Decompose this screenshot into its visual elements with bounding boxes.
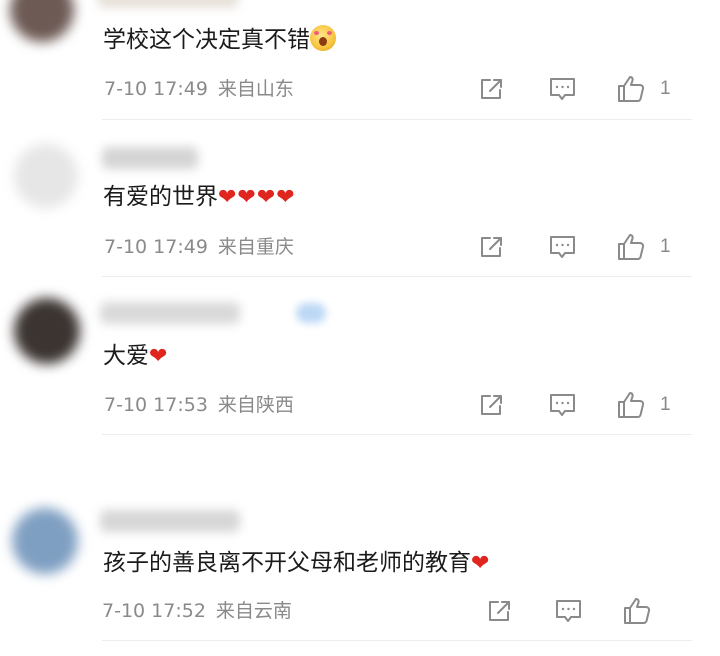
thumbs-up-icon bbox=[618, 76, 645, 102]
comment-time: 7-10 17:52 bbox=[102, 600, 206, 622]
share-button[interactable] bbox=[479, 393, 505, 417]
comment-item: 孩子的善良离不开父母和老师的教育❤ 7-10 17:52 来自云南 bbox=[0, 436, 720, 656]
avatar[interactable] bbox=[12, 508, 78, 574]
comment-time: 7-10 17:49 bbox=[104, 236, 208, 258]
like-count: 1 bbox=[660, 78, 671, 99]
comment-location: 来自云南 bbox=[215, 600, 292, 622]
comment-meta: 7-10 17:53 来自陕西 bbox=[104, 392, 294, 418]
thumbs-up-icon bbox=[618, 234, 645, 260]
divider bbox=[102, 434, 692, 435]
heart-emoji-icon: ❤ bbox=[471, 551, 491, 576]
username[interactable] bbox=[98, 0, 238, 8]
comment-icon bbox=[556, 600, 581, 622]
reply-button[interactable] bbox=[549, 393, 576, 418]
heart-emoji-icon: ❤ bbox=[149, 344, 169, 369]
reply-button[interactable] bbox=[555, 599, 582, 624]
comment-location: 来自重庆 bbox=[217, 236, 294, 258]
heart-emoji-icon: ❤❤❤❤ bbox=[218, 185, 296, 210]
comment-meta: 7-10 17:52 来自云南 bbox=[102, 598, 292, 624]
username[interactable] bbox=[100, 510, 240, 532]
like-count: 1 bbox=[660, 394, 671, 415]
comment-meta: 7-10 17:49 来自重庆 bbox=[104, 234, 294, 260]
username[interactable] bbox=[102, 147, 198, 169]
like-count: 1 bbox=[660, 236, 671, 257]
avatar[interactable] bbox=[14, 144, 78, 208]
like-button[interactable]: 1 bbox=[616, 390, 671, 420]
reply-button[interactable] bbox=[549, 235, 576, 260]
share-button[interactable] bbox=[479, 235, 505, 259]
comment-time: 7-10 17:49 bbox=[104, 78, 208, 100]
comment-text-content: 孩子的善良离不开父母和老师的教育 bbox=[103, 550, 471, 576]
comment-location: 来自山东 bbox=[217, 78, 294, 100]
thumbs-up-icon bbox=[618, 392, 645, 418]
comment-item: 学校这个决定真不错 7-10 17:49 来自山东 1 bbox=[0, 0, 720, 120]
comment-meta: 7-10 17:49 来自山东 bbox=[104, 76, 294, 102]
comment-text-content: 大爱 bbox=[103, 343, 149, 369]
comment-text: 有爱的世界❤❤❤❤ bbox=[103, 181, 296, 214]
like-button[interactable] bbox=[622, 596, 666, 626]
reply-button[interactable] bbox=[549, 77, 576, 102]
vip-badge bbox=[296, 303, 326, 323]
divider bbox=[102, 640, 692, 641]
comment-text: 大爱❤ bbox=[103, 340, 168, 373]
comment-item: 有爱的世界❤❤❤❤ 7-10 17:49 来自重庆 1 bbox=[0, 120, 720, 278]
avatar[interactable] bbox=[14, 298, 80, 364]
share-button[interactable] bbox=[479, 77, 505, 101]
share-icon bbox=[481, 395, 502, 415]
share-icon bbox=[481, 79, 502, 99]
like-button[interactable]: 1 bbox=[616, 74, 671, 104]
comment-icon bbox=[550, 236, 575, 258]
like-button[interactable]: 1 bbox=[616, 232, 671, 262]
share-icon bbox=[489, 601, 510, 621]
thumbs-up-icon bbox=[624, 598, 651, 624]
divider bbox=[102, 276, 692, 277]
comment-text-content: 有爱的世界 bbox=[103, 184, 218, 210]
surprised-face-emoji-icon bbox=[310, 25, 336, 51]
comment-text: 孩子的善良离不开父母和老师的教育❤ bbox=[103, 547, 490, 580]
comment-icon bbox=[550, 394, 575, 416]
comment-text-content: 学校这个决定真不错 bbox=[103, 27, 310, 53]
comment-text: 学校这个决定真不错 bbox=[103, 24, 336, 56]
share-button[interactable] bbox=[487, 599, 513, 623]
comment-time: 7-10 17:53 bbox=[104, 394, 208, 416]
share-icon bbox=[481, 237, 502, 257]
avatar[interactable] bbox=[10, 0, 74, 42]
username[interactable] bbox=[100, 302, 240, 324]
comment-list: 学校这个决定真不错 7-10 17:49 来自山东 1 有爱的世界❤❤❤❤ 7-… bbox=[0, 0, 720, 656]
comment-item: 大爱❤ 7-10 17:53 来自陕西 1 bbox=[0, 278, 720, 436]
comment-icon bbox=[550, 78, 575, 100]
comment-location: 来自陕西 bbox=[217, 394, 294, 416]
